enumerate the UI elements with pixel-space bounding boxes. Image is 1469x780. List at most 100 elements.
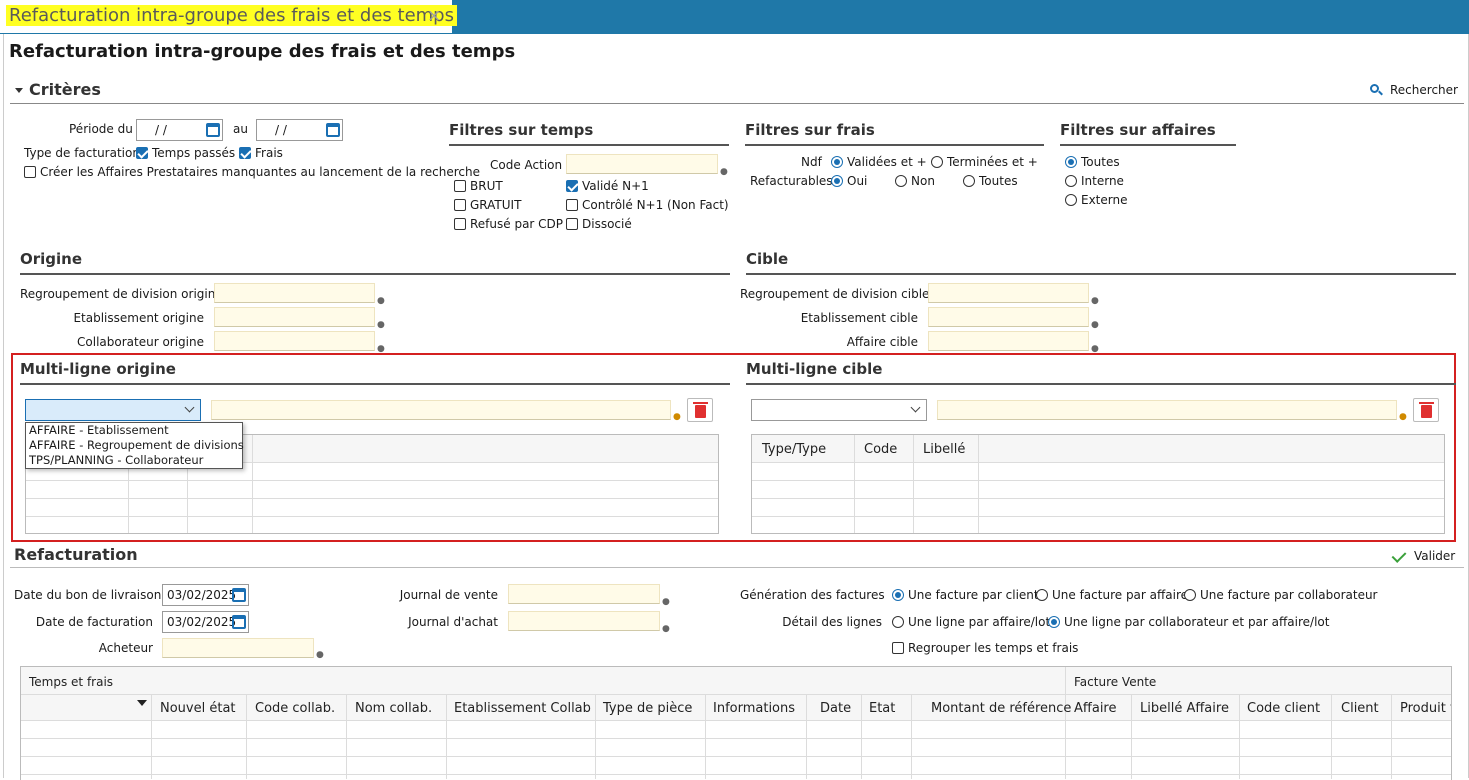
lookup-pin-icon[interactable]: ●	[316, 650, 324, 660]
column-header[interactable]: Affaire	[1074, 701, 1117, 716]
delete-button[interactable]	[687, 398, 713, 422]
filtres-temps-underline	[449, 144, 729, 146]
lookup-pin-icon[interactable]: ●	[662, 624, 670, 634]
oui-radio[interactable]	[831, 175, 843, 187]
lookup-pin-icon[interactable]: ●	[673, 412, 681, 422]
collapse-caret-icon[interactable]	[15, 88, 23, 93]
acheteur-input[interactable]	[162, 638, 314, 658]
column-header[interactable]: Nouvel état	[160, 701, 236, 716]
detail-affaire-radio[interactable]	[892, 616, 904, 628]
regrouper-checkbox[interactable]	[892, 642, 904, 654]
filtres-affaires-title: Filtres sur affaires	[1060, 121, 1216, 139]
column-header[interactable]: Etat	[869, 701, 895, 716]
column-header[interactable]: Nom collab.	[355, 701, 432, 716]
column-header[interactable]: Informations	[713, 701, 795, 716]
multi-cible-select[interactable]	[751, 399, 927, 421]
valide-n1-checkbox[interactable]	[566, 180, 578, 192]
periode-to-input[interactable]: / /	[256, 119, 343, 141]
lookup-pin-icon[interactable]: ●	[662, 597, 670, 607]
collaborateur-origine-input[interactable]	[214, 331, 375, 351]
column-header[interactable]: Code collab.	[255, 701, 335, 716]
column-header[interactable]: Libellé	[923, 442, 965, 457]
dropdown-option[interactable]: TPS/PLANNING - Collaborateur	[26, 453, 242, 468]
refuse-cdp-label: Refusé par CDP	[470, 217, 564, 231]
ndf-label: Ndf	[801, 155, 822, 169]
controle-n1-checkbox[interactable]	[566, 199, 578, 211]
multi-origine-dropdown[interactable]: AFFAIRE - Etablissement AFFAIRE - Regrou…	[25, 422, 244, 469]
etablissement-cible-input[interactable]	[928, 307, 1089, 327]
dropdown-option[interactable]: AFFAIRE - Etablissement	[26, 423, 242, 438]
multi-cible-value-input[interactable]	[937, 400, 1397, 420]
temps-passes-checkbox[interactable]	[136, 147, 148, 159]
search-icon[interactable]	[1370, 84, 1383, 96]
journal-achat-input[interactable]	[508, 611, 660, 631]
calendar-icon[interactable]	[232, 615, 246, 629]
type-facturation-label: Type de facturation	[24, 146, 140, 160]
gen-client-radio[interactable]	[892, 589, 904, 601]
cible-title: Cible	[746, 250, 789, 268]
frais-checkbox[interactable]	[239, 147, 251, 159]
lookup-pin-icon[interactable]: ●	[1399, 412, 1407, 422]
code-action-input[interactable]	[566, 154, 718, 174]
gratuit-label: GRATUIT	[470, 198, 522, 212]
gratuit-checkbox[interactable]	[454, 199, 466, 211]
validees-radio[interactable]	[831, 156, 843, 168]
column-header[interactable]: Client	[1341, 701, 1379, 716]
multi-origine-select[interactable]	[25, 399, 201, 421]
toutes-affaires-radio[interactable]	[1065, 156, 1077, 168]
column-header[interactable]: Etablissement Collab	[454, 701, 591, 716]
lookup-pin-icon[interactable]: ●	[1091, 320, 1099, 330]
refacturation-title: Refacturation	[14, 545, 138, 564]
calendar-icon[interactable]	[326, 123, 340, 137]
lookup-pin-icon[interactable]: ●	[1091, 296, 1099, 306]
externe-radio[interactable]	[1065, 194, 1077, 206]
tab-refacturation[interactable]: Refacturation intra-groupe des frais et …	[0, 0, 457, 33]
affaire-cible-input[interactable]	[928, 331, 1089, 351]
refuse-cdp-checkbox[interactable]	[454, 218, 466, 230]
multi-origine-value-input[interactable]	[211, 400, 671, 420]
column-header[interactable]: Date	[820, 701, 851, 716]
gen-collab-radio[interactable]	[1184, 589, 1196, 601]
search-button[interactable]: Rechercher	[1390, 83, 1458, 97]
dropdown-option[interactable]: AFFAIRE - Regroupement de divisions	[26, 438, 244, 453]
column-header[interactable]: Type/Type	[762, 442, 826, 457]
gen-affaire-radio[interactable]	[1036, 589, 1048, 601]
detail-affaire-label: Une ligne par affaire/lot	[908, 615, 1051, 629]
date-bl-input[interactable]: 03/02/2025	[162, 584, 249, 606]
etablissement-origine-input[interactable]	[214, 307, 375, 327]
generation-label: Génération des factures	[740, 588, 885, 602]
detail-collab-radio[interactable]	[1048, 616, 1060, 628]
close-icon[interactable]: ×	[427, 6, 441, 26]
non-radio[interactable]	[895, 175, 907, 187]
toutes-frais-radio[interactable]	[963, 175, 975, 187]
lookup-pin-icon[interactable]: ●	[720, 167, 728, 177]
calendar-icon[interactable]	[232, 588, 246, 602]
periode-from-input[interactable]: / /	[136, 119, 223, 141]
lookup-pin-icon[interactable]: ●	[377, 296, 385, 306]
interne-radio[interactable]	[1065, 175, 1077, 187]
column-header[interactable]: Libellé Affaire	[1140, 701, 1229, 716]
column-header[interactable]: Produit v	[1400, 701, 1451, 716]
column-header[interactable]: Code	[864, 442, 897, 457]
regroupement-origine-input[interactable]	[214, 283, 375, 303]
valider-button[interactable]: Valider	[1414, 549, 1455, 563]
multi-cible-grid[interactable]: Type/Type Code Libellé	[751, 434, 1445, 534]
non-label: Non	[911, 174, 935, 188]
column-header[interactable]: Montant de référence	[931, 701, 1071, 716]
calendar-icon[interactable]	[206, 123, 220, 137]
filtres-frais-title: Filtres sur frais	[745, 121, 875, 139]
temps-frais-grid[interactable]: Temps et frais Facture Vente Nouvel état…	[20, 666, 1452, 780]
lookup-pin-icon[interactable]: ●	[377, 320, 385, 330]
brut-label: BRUT	[470, 179, 503, 193]
column-header[interactable]: Code client	[1247, 701, 1320, 716]
column-menu-icon[interactable]	[137, 700, 147, 706]
regroupement-cible-input[interactable]	[928, 283, 1089, 303]
journal-vente-input[interactable]	[508, 584, 660, 604]
dissocie-checkbox[interactable]	[566, 218, 578, 230]
brut-checkbox[interactable]	[454, 180, 466, 192]
delete-button[interactable]	[1413, 398, 1439, 422]
terminees-radio[interactable]	[931, 156, 943, 168]
date-fact-input[interactable]: 03/02/2025	[162, 611, 249, 633]
column-header[interactable]: Type de pièce	[603, 701, 692, 716]
creer-affaires-checkbox[interactable]	[24, 166, 36, 178]
